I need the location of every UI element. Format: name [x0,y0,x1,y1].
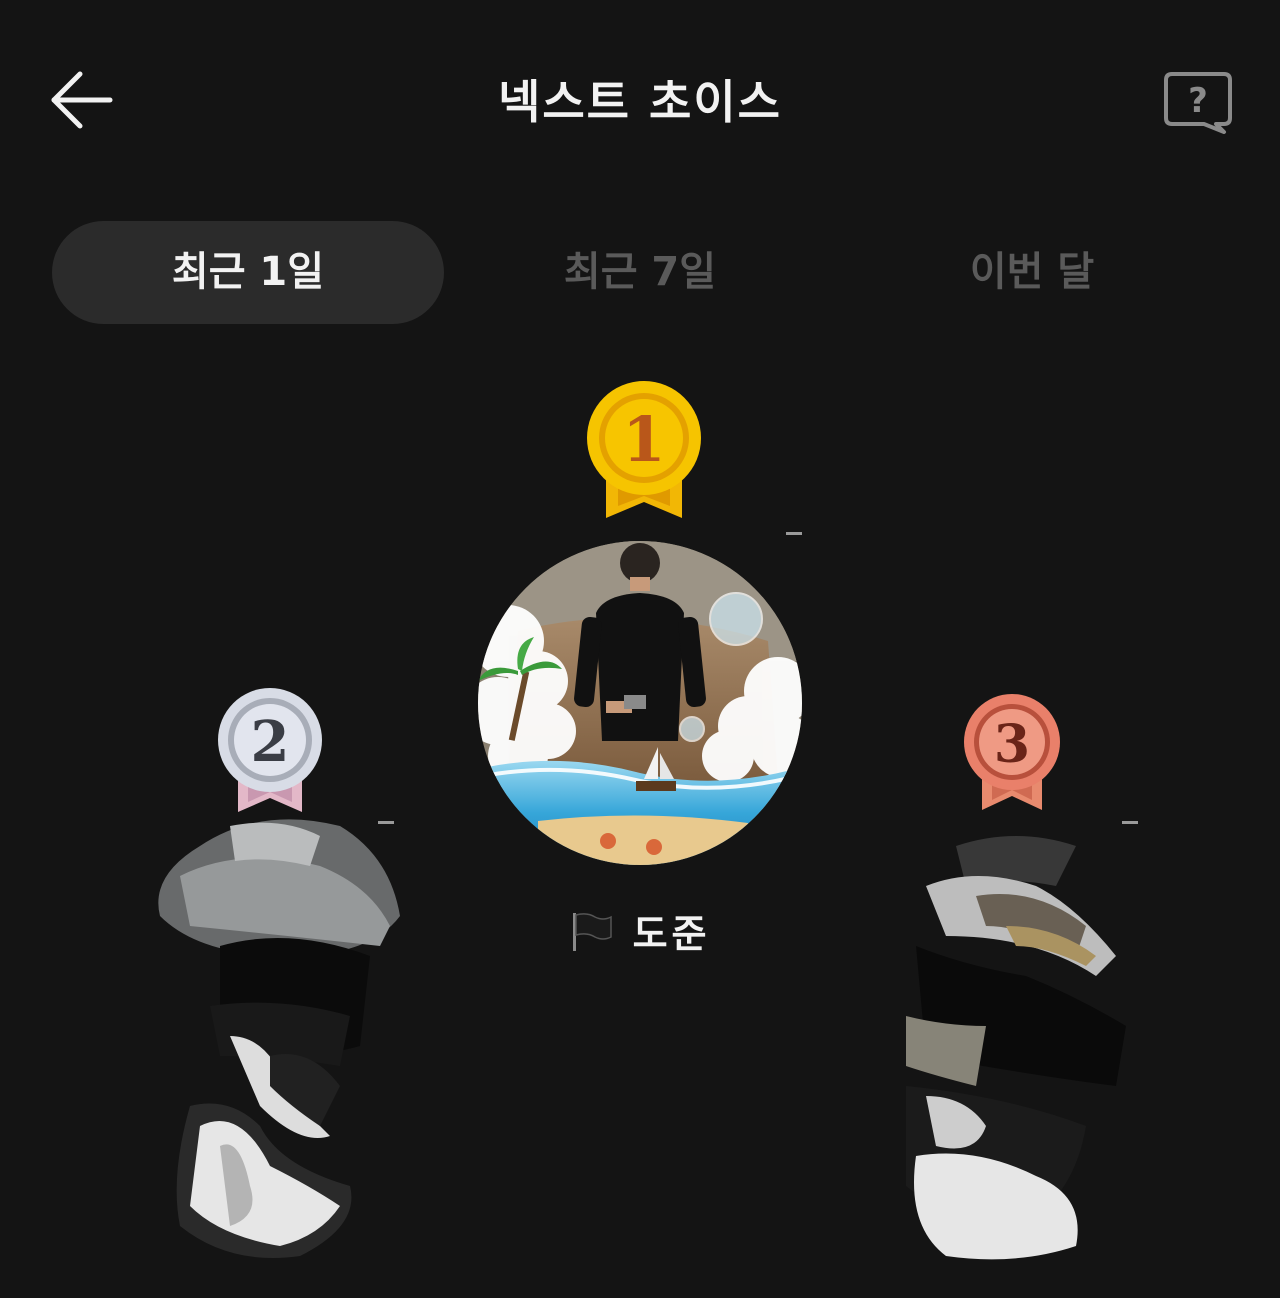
rank-1-avatar[interactable] [478,541,802,865]
tab-recent-1-day[interactable]: 최근 1일 [52,221,444,324]
silver-medal-icon: 2 [218,688,322,812]
period-tabs: 최근 1일 최근 7일 이번 달 [52,221,1228,324]
rank-3-label: 3 [994,714,1030,775]
rank-1-name: 도준 [632,912,711,956]
tab-recent-7-days[interactable]: 최근 7일 [444,221,836,324]
header-bar: 넥스트 초이스 ? [0,0,1280,200]
rank-3-avatar[interactable] [886,826,1150,1276]
bronze-medal-icon: 3 [964,694,1060,810]
rank-2-avatar[interactable] [140,806,410,1272]
question-bubble-icon: ? [1164,72,1232,134]
rank-1-change-indicator [786,532,802,535]
rank-3-change-indicator [1122,821,1138,824]
tab-this-month[interactable]: 이번 달 [836,221,1228,324]
gold-medal-icon: 1 [587,381,701,518]
svg-text:?: ? [1188,81,1208,121]
rank-1-label: 1 [622,403,665,476]
black-flag-icon [573,912,613,951]
profile-photo [478,541,802,865]
rank-2-label: 2 [251,709,290,775]
help-button[interactable]: ? [1160,66,1236,134]
page-title: 넥스트 초이스 [498,75,782,129]
